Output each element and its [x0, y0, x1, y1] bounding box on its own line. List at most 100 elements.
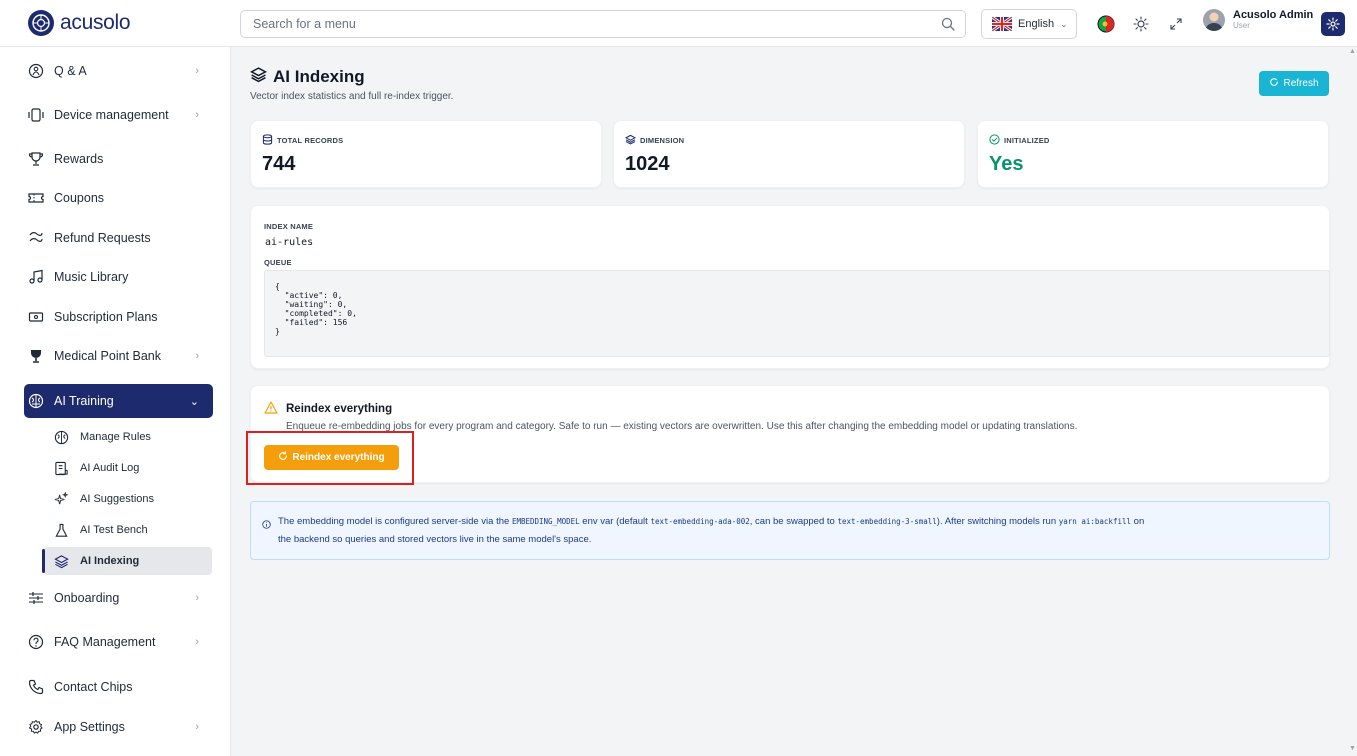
sidebar-item-label: Q & A — [54, 64, 87, 78]
sidebar-item-label: AI Training — [54, 394, 114, 408]
search-input[interactable] — [241, 11, 921, 37]
sidebar-item-device-management[interactable]: Device management › — [24, 100, 213, 130]
device-icon — [26, 105, 46, 125]
settings-button[interactable] — [1321, 12, 1345, 36]
sidebar-subitem-label: Manage Rules — [80, 431, 151, 443]
sidebar-item-app-settings[interactable]: App Settings › — [24, 712, 213, 742]
phone-icon — [26, 677, 46, 697]
sidebar-item-coupons[interactable]: Coupons — [24, 183, 213, 213]
chevron-right-icon: › — [195, 350, 199, 362]
language-selector[interactable]: English ⌄ — [981, 9, 1077, 39]
sidebar-item-label: Rewards — [54, 152, 104, 166]
plan-icon — [26, 307, 46, 327]
stat-card-dimension: DIMENSION 1024 — [613, 120, 965, 188]
index-details-card: INDEX NAME ai-rules QUEUE { "active": 0,… — [250, 205, 1330, 369]
chevron-down-icon: ⌄ — [1060, 18, 1068, 29]
info-text-line-1: The embedding model is configured server… — [278, 516, 1145, 527]
sidebar-item-ai-training[interactable]: AI Training ⌄ — [24, 384, 213, 418]
sidebar-item-refund-requests[interactable]: Refund Requests — [24, 223, 213, 253]
fullscreen-icon[interactable] — [1166, 14, 1186, 34]
scroll-up-icon[interactable]: ▲ — [1349, 48, 1356, 55]
sidebar-item-label: Music Library — [54, 270, 129, 284]
info-text-line-2: the backend so queries and stored vector… — [278, 534, 592, 545]
sidebar-item-label: Coupons — [54, 191, 105, 205]
sidebar-subitem-ai-suggestions[interactable]: AI Suggestions — [44, 485, 212, 513]
layers-icon — [624, 134, 637, 147]
scroll-down-icon[interactable]: ▼ — [1349, 745, 1356, 752]
user-name: Acusolo Admin — [1233, 9, 1314, 21]
highlight-box — [246, 431, 414, 485]
sliders-icon — [26, 588, 46, 608]
sidebar-subitem-ai-test-bench[interactable]: AI Test Bench — [44, 516, 212, 544]
reindex-title: Reindex everything — [264, 401, 392, 417]
sidebar-item-medical-point-bank[interactable]: Medical Point Bank › — [24, 341, 213, 371]
sidebar-item-label: App Settings — [54, 720, 125, 734]
sparkles-icon — [52, 490, 70, 508]
sidebar-subitem-label: AI Indexing — [80, 555, 140, 567]
index-name-label: INDEX NAME — [264, 222, 314, 231]
sidebar-item-faq-management[interactable]: FAQ Management › — [24, 627, 213, 657]
language-label: English — [1018, 18, 1055, 30]
sidebar-subitem-ai-indexing[interactable]: AI Indexing — [42, 547, 212, 575]
portugal-flag-icon[interactable] — [1096, 14, 1116, 34]
medal-icon — [26, 346, 46, 366]
search-box[interactable] — [240, 10, 966, 38]
layers-icon — [250, 66, 267, 88]
sidebar-item-label: Onboarding — [54, 591, 120, 605]
stat-value: 1024 — [625, 153, 670, 175]
sidebar-item-label: Subscription Plans — [54, 310, 158, 324]
info-icon — [262, 516, 271, 534]
stat-card-total-records: TOTAL RECORDS 744 — [250, 120, 602, 188]
top-header: acusolo English ⌄ Acusolo Admin User — [0, 0, 1357, 47]
help-circle-icon — [26, 632, 46, 652]
sidebar-item-label: Medical Point Bank — [54, 349, 162, 363]
info-box: The embedding model is configured server… — [250, 501, 1330, 560]
stat-label: TOTAL RECORDS — [262, 134, 343, 147]
refund-icon — [26, 228, 46, 248]
sun-icon[interactable] — [1131, 14, 1151, 34]
check-circle-icon — [989, 134, 1000, 147]
search-icon[interactable] — [941, 17, 955, 36]
sidebar-item-subscription-plans[interactable]: Subscription Plans — [24, 302, 213, 332]
qa-icon — [26, 61, 46, 81]
log-icon — [52, 459, 70, 477]
sidebar: Q & A › Device management › Rewards Coup… — [0, 47, 231, 756]
sidebar-subitem-ai-audit-log[interactable]: AI Audit Log — [44, 454, 212, 482]
stat-value: Yes — [989, 153, 1024, 175]
stat-label: INITIALIZED — [989, 134, 1050, 147]
chevron-down-icon: ⌄ — [189, 395, 199, 408]
logo[interactable]: acusolo — [28, 10, 131, 36]
sidebar-subitem-label: AI Suggestions — [80, 493, 154, 505]
chevron-right-icon: › — [195, 636, 199, 648]
chevron-right-icon: › — [195, 721, 199, 733]
chevron-right-icon: › — [195, 109, 199, 121]
sidebar-item-label: Device management — [54, 108, 169, 122]
database-icon — [262, 134, 273, 147]
user-menu[interactable]: Acusolo Admin User — [1203, 9, 1313, 31]
user-role: User — [1233, 21, 1250, 30]
sidebar-item-label: Refund Requests — [54, 231, 151, 245]
sidebar-item-label: FAQ Management — [54, 635, 156, 649]
layers-icon — [52, 552, 70, 570]
flask-icon — [52, 521, 70, 539]
music-icon — [26, 267, 46, 287]
stat-value: 744 — [262, 153, 296, 175]
page-title: AI Indexing — [250, 66, 365, 88]
sidebar-item-contact-chips[interactable]: Contact Chips — [24, 672, 213, 702]
chevron-right-icon: › — [195, 592, 199, 604]
sidebar-item-onboarding[interactable]: Onboarding › — [24, 583, 213, 613]
sidebar-item-qa[interactable]: Q & A › — [24, 56, 213, 86]
chevron-right-icon: › — [195, 65, 199, 77]
sidebar-item-music-library[interactable]: Music Library — [24, 262, 213, 292]
trophy-icon — [26, 149, 46, 169]
sidebar-item-rewards[interactable]: Rewards — [24, 144, 213, 174]
sidebar-subitem-label: AI Test Bench — [80, 524, 148, 536]
stat-card-initialized: INITIALIZED Yes — [977, 120, 1329, 188]
uk-flag-icon — [992, 17, 1012, 31]
page-title-text: AI Indexing — [273, 67, 365, 86]
page-subtitle: Vector index statistics and full re-inde… — [250, 91, 454, 102]
sidebar-subitem-manage-rules[interactable]: Manage Rules — [44, 423, 212, 451]
stat-label: DIMENSION — [624, 134, 684, 147]
refresh-button[interactable]: Refresh — [1259, 71, 1329, 96]
brain-icon — [26, 391, 46, 411]
